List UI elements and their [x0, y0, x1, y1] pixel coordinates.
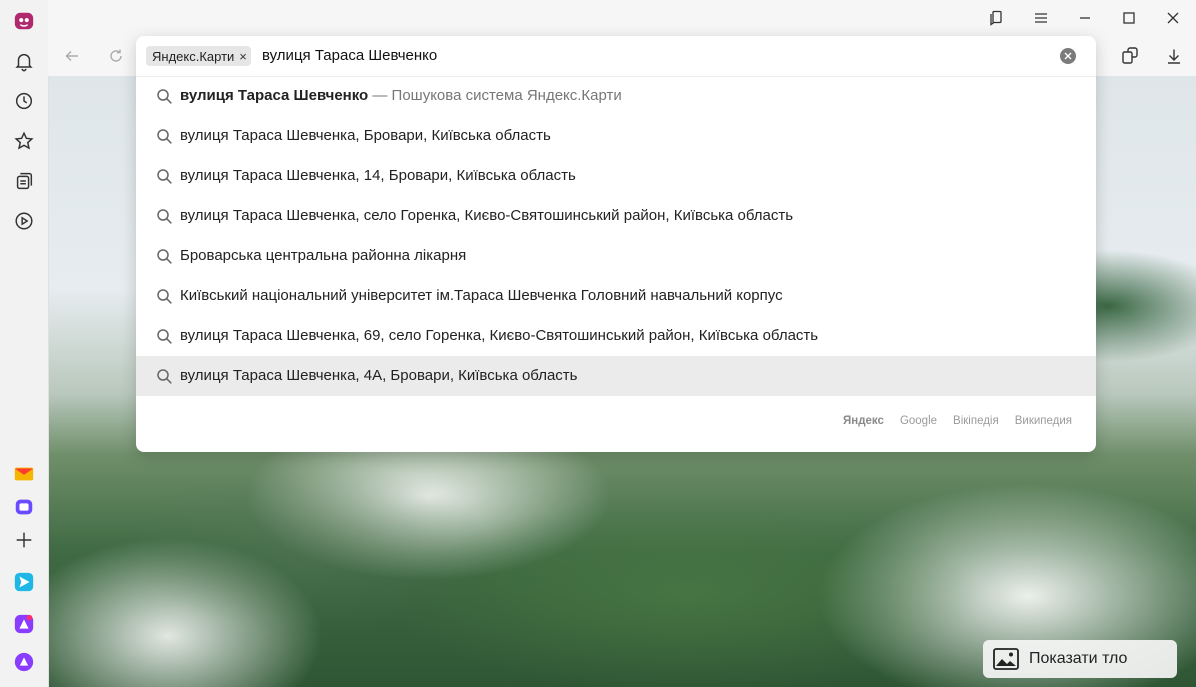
- suggestion-hint: — Пошукова система Яндекс.Карти: [368, 87, 622, 104]
- suggestion-item[interactable]: вулиця Тараса Шевченка, 14, Бровари, Киї…: [136, 156, 1096, 196]
- engine-google[interactable]: Google: [900, 415, 937, 427]
- suggestion-text: вулиця Тараса Шевченка, Бровари, Київськ…: [180, 127, 551, 144]
- send-icon[interactable]: [9, 567, 39, 597]
- suggestion-text: вулиця Тараса Шевченка, 4А, Бровари, Киї…: [180, 367, 578, 384]
- suggestion-text: вулиця Тараса Шевченка, 69, село Горенка…: [180, 327, 819, 344]
- maximize-icon[interactable]: [1109, 4, 1149, 32]
- bookmarks-icon[interactable]: [977, 4, 1017, 32]
- search-icon: [157, 169, 172, 184]
- suggestion-item-selected[interactable]: вулиця Тараса Шевченка, 4А, Бровари, Киї…: [136, 356, 1096, 396]
- extensions-icon[interactable]: [1116, 42, 1144, 70]
- chip-close-icon[interactable]: ×: [239, 49, 247, 64]
- search-engine-chip[interactable]: Яндекс.Карти ×: [146, 46, 251, 66]
- alice-icon[interactable]: [9, 647, 39, 677]
- show-background-button[interactable]: Показати тло: [983, 640, 1177, 678]
- browser-logo-icon[interactable]: [9, 6, 39, 36]
- minimize-icon[interactable]: [1065, 4, 1105, 32]
- reload-icon[interactable]: [102, 42, 130, 70]
- search-engine-switcher: Яндекс Google Вікіпедія Википедия: [843, 415, 1072, 427]
- search-icon: [157, 89, 172, 104]
- suggestion-main-text: вулиця Тараса Шевченко: [180, 87, 369, 104]
- collections-icon[interactable]: [9, 166, 39, 196]
- show-background-label: Показати тло: [1029, 650, 1128, 667]
- suggestion-item[interactable]: вулиця Тараса Шевченка, Бровари, Київськ…: [136, 116, 1096, 156]
- suggestion-text: вулиця Тараса Шевченка, 14, Бровари, Киї…: [180, 167, 576, 184]
- suggestion-text: Київський національний університет ім.Та…: [180, 287, 783, 304]
- menu-icon[interactable]: [1021, 4, 1061, 32]
- title-bar: [48, 0, 1196, 36]
- search-icon: [157, 369, 172, 384]
- market-icon[interactable]: [9, 609, 39, 639]
- bell-icon[interactable]: [9, 46, 39, 76]
- address-input[interactable]: вулиця Тараса Шевченко: [262, 47, 437, 64]
- search-icon: [157, 249, 172, 264]
- engine-wikipedia-uk[interactable]: Вікіпедія: [953, 415, 999, 427]
- sidebar: [0, 0, 49, 687]
- star-icon[interactable]: [9, 126, 39, 156]
- image-icon: [993, 648, 1019, 670]
- engine-yandex[interactable]: Яндекс: [843, 415, 884, 427]
- search-icon: [157, 129, 172, 144]
- suggestion-item[interactable]: Київський національний університет ім.Та…: [136, 276, 1096, 316]
- add-icon[interactable]: [9, 525, 39, 555]
- engine-wikipedia-ru[interactable]: Википедия: [1015, 415, 1072, 427]
- search-icon: [157, 329, 172, 344]
- clear-input-icon[interactable]: [1060, 48, 1076, 64]
- suggestion-item[interactable]: вулиця Тараса Шевченка, село Горенка, Ки…: [136, 196, 1096, 236]
- video-icon[interactable]: [9, 206, 39, 236]
- back-icon[interactable]: [58, 42, 86, 70]
- suggestion-text: вулиця Тараса Шевченка, село Горенка, Ки…: [180, 207, 794, 224]
- close-icon[interactable]: [1153, 4, 1193, 32]
- omnibox[interactable]: Яндекс.Карти × вулиця Тараса Шевченко: [136, 36, 1096, 77]
- history-icon[interactable]: [9, 86, 39, 116]
- search-icon: [157, 289, 172, 304]
- download-icon[interactable]: [1160, 42, 1188, 70]
- suggestion-text: Броварська центральна районна лікарня: [180, 247, 467, 264]
- messenger-icon[interactable]: [9, 492, 39, 522]
- search-icon: [157, 209, 172, 224]
- suggestion-item[interactable]: вулиця Тараса Шевченка, 69, село Горенка…: [136, 316, 1096, 356]
- search-engine-chip-label: Яндекс.Карти: [152, 48, 235, 64]
- suggestion-item[interactable]: вулиця Тараса Шевченко — Пошукова систем…: [136, 76, 1096, 116]
- mail-icon[interactable]: [9, 459, 39, 489]
- omnibox-dropdown: Яндекс.Карти × вулиця Тараса Шевченко ву…: [136, 36, 1096, 452]
- suggestion-item[interactable]: Броварська центральна районна лікарня: [136, 236, 1096, 276]
